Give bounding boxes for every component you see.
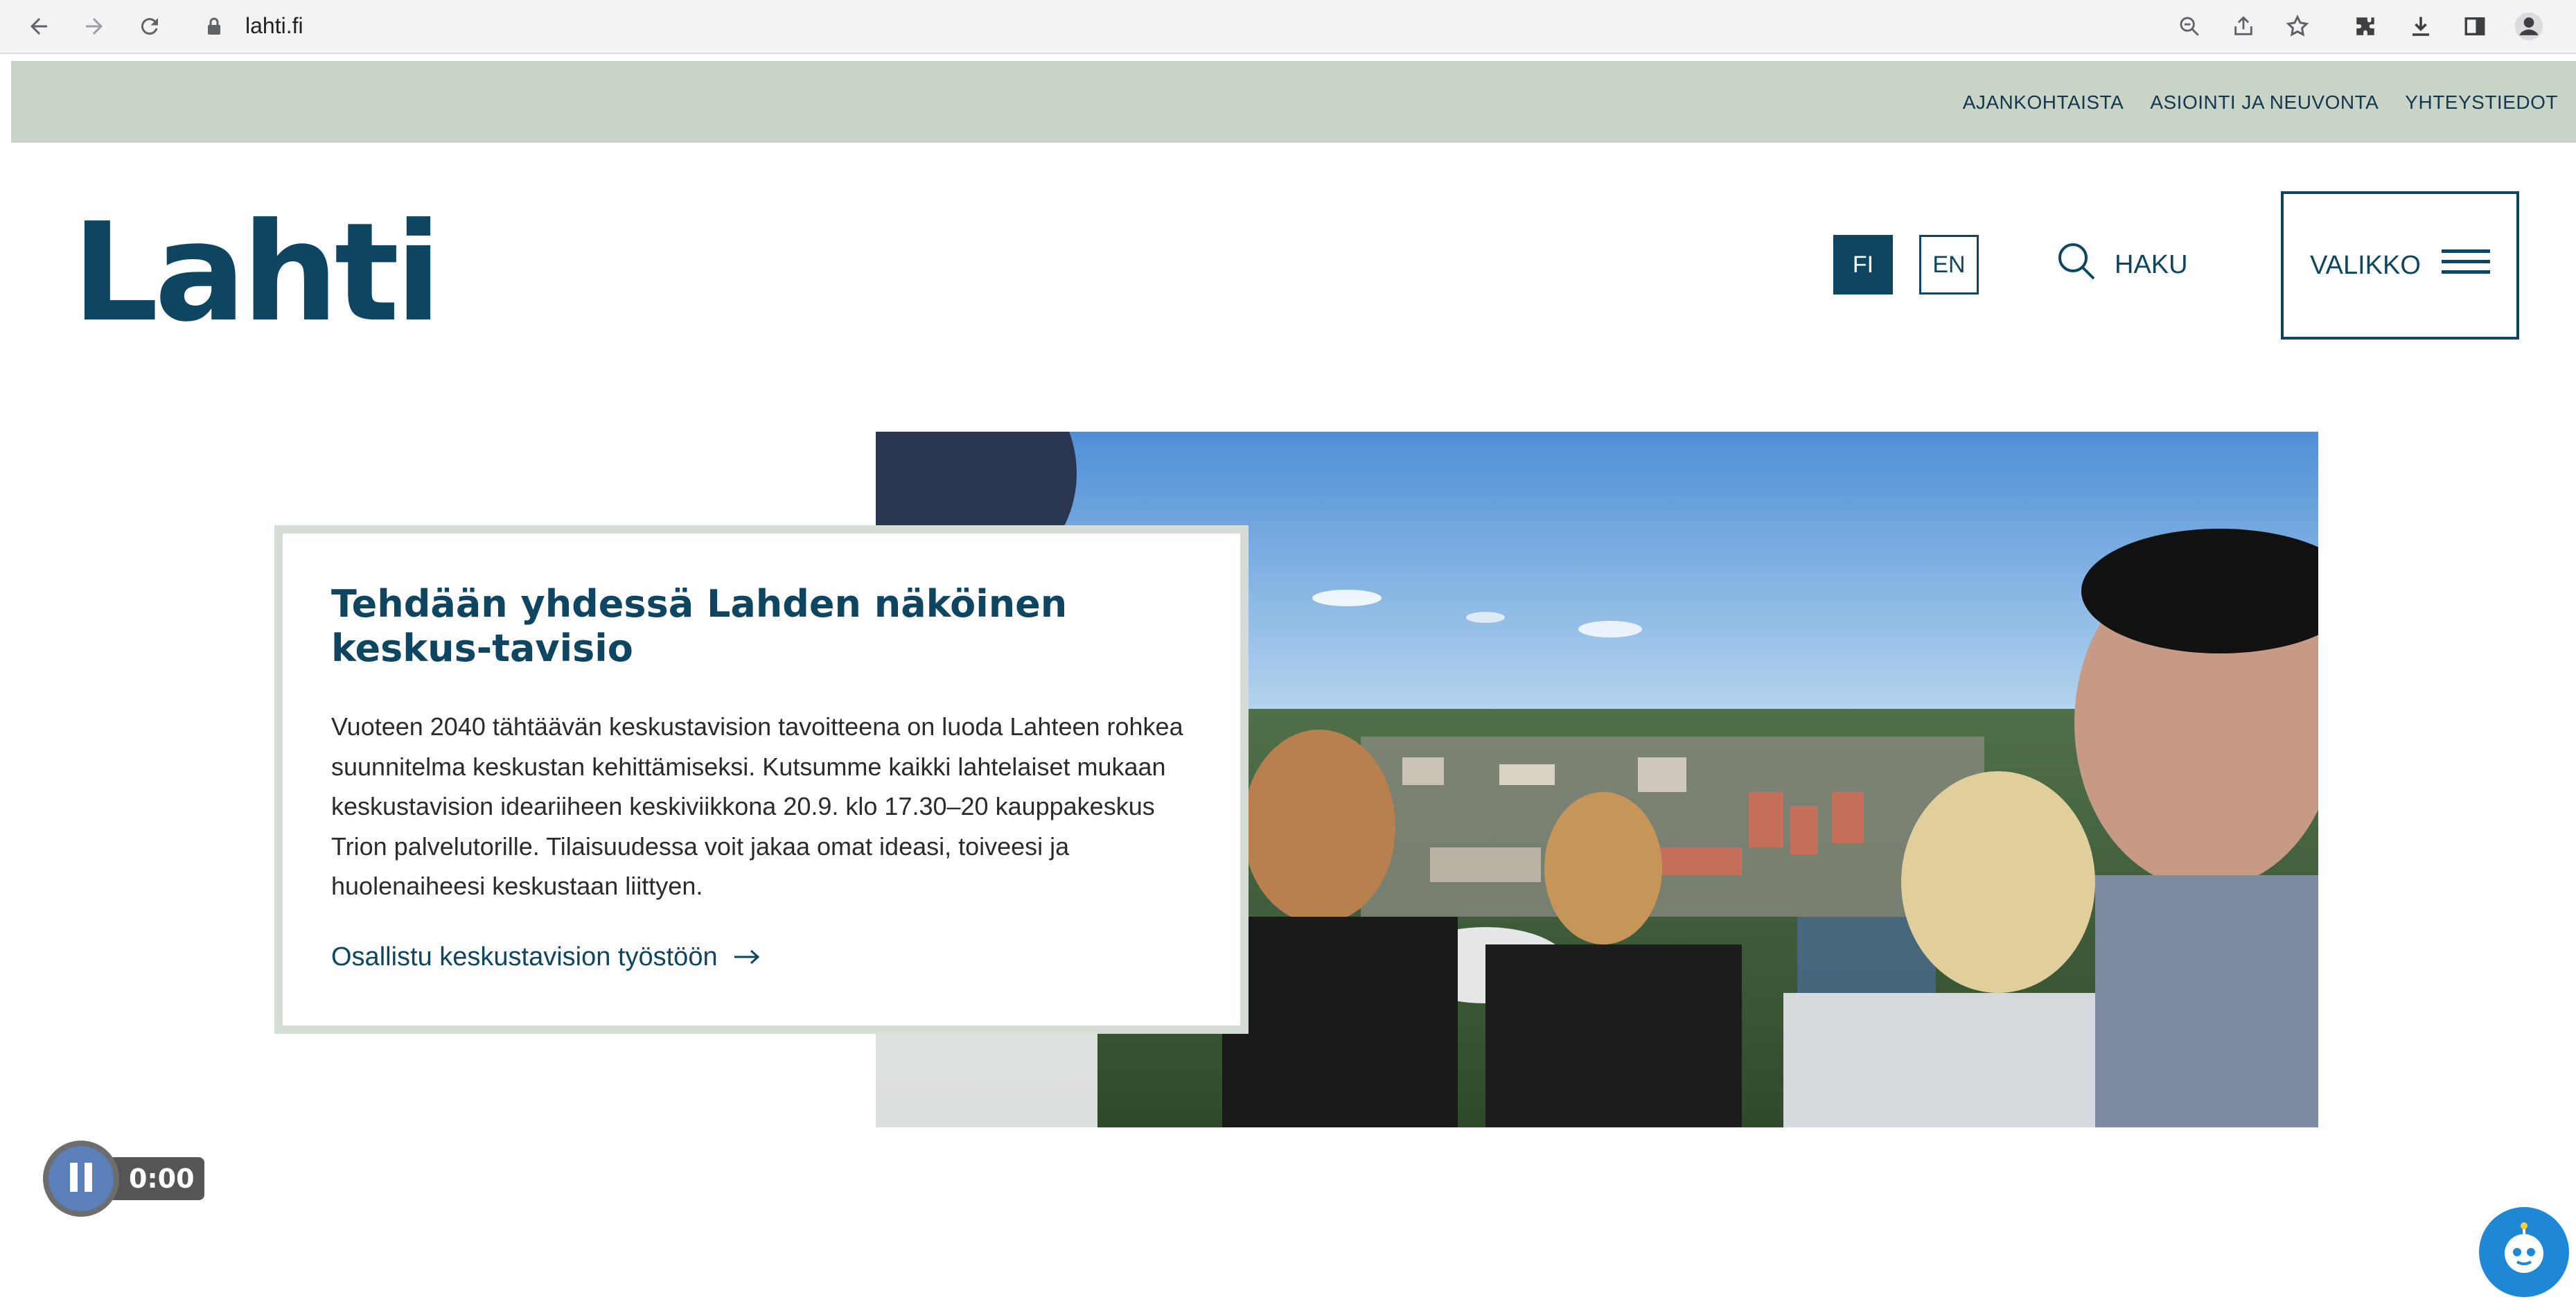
arrow-right-icon [733, 942, 761, 972]
url-text: lahti.fi [245, 13, 303, 38]
language-en-button[interactable]: EN [1919, 235, 1979, 294]
utility-link-asiointi[interactable]: ASIOINTI JA NEUVONTA [2150, 91, 2379, 114]
video-time: 0:00 [105, 1157, 204, 1200]
chatbot-button[interactable] [2479, 1207, 2569, 1297]
zoom-icon[interactable] [2171, 8, 2207, 44]
side-panel-icon[interactable] [2457, 8, 2493, 44]
utility-bar: AJANKOHTAISTA ASIOINTI JA NEUVONTA YHTEY… [11, 61, 2576, 143]
menu-label: VALIKKO [2310, 250, 2421, 280]
address-bar[interactable]: lahti.fi [182, 6, 2343, 46]
search-label: HAKU [2115, 249, 2188, 279]
profile-avatar-icon[interactable] [2511, 8, 2547, 44]
hero-title: Tehdään yhdessä Lahden näköinen keskus-t… [331, 582, 1068, 670]
download-icon[interactable] [2403, 8, 2439, 44]
browser-toolbar: lahti.fi [0, 0, 2576, 54]
utility-links: AJANKOHTAISTA ASIOINTI JA NEUVONTA YHTEY… [1963, 91, 2558, 114]
video-control: 0:00 [43, 1141, 204, 1217]
pause-icon [66, 1160, 96, 1198]
back-icon[interactable] [21, 8, 57, 44]
hero-cta-link[interactable]: Osallistu keskustavision työstöön [331, 942, 761, 972]
extensions-icon[interactable] [2347, 8, 2383, 44]
site-logo[interactable]: Lahti [72, 205, 442, 341]
utility-link-yhteystiedot[interactable]: YHTEYSTIEDOT [2405, 91, 2558, 114]
language-fi-button[interactable]: FI [1833, 235, 1893, 294]
robot-icon [2494, 1220, 2555, 1285]
hero-card: Tehdään yhdessä Lahden näköinen keskus-t… [274, 525, 1249, 1034]
forward-icon[interactable] [76, 8, 112, 44]
utility-link-ajankohtaista[interactable]: AJANKOHTAISTA [1963, 91, 2124, 114]
hamburger-icon [2441, 247, 2490, 284]
share-icon[interactable] [2225, 8, 2261, 44]
lock-icon [206, 17, 222, 39]
hero-body: Vuoteen 2040 tähtäävän keskustavision ta… [331, 712, 1183, 901]
hero-cta-label: Osallistu keskustavision työstöön [331, 942, 718, 971]
bookmark-star-icon[interactable] [2279, 8, 2315, 44]
main-menu-button[interactable]: VALIKKO [2281, 191, 2519, 340]
reload-icon[interactable] [132, 8, 168, 44]
search-button[interactable]: HAKU [2055, 240, 2188, 290]
pause-button[interactable] [43, 1141, 119, 1217]
search-icon [2055, 240, 2098, 290]
